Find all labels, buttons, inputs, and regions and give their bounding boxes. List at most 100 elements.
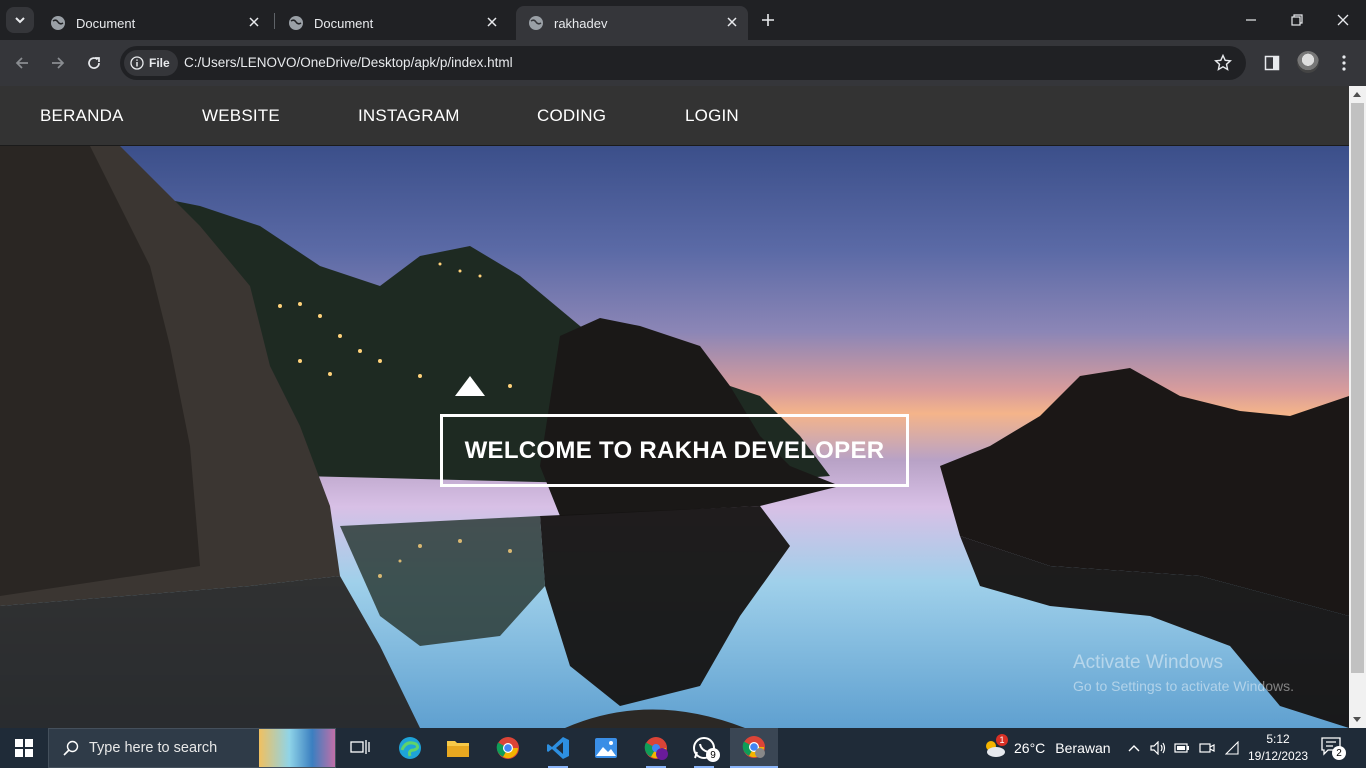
activate-title: Activate Windows [1073, 652, 1223, 673]
tab-document-1[interactable]: Document [38, 6, 270, 40]
welcome-banner: WELCOME TO RAKHA DEVELOPER [440, 414, 909, 487]
chevron-up-icon [1128, 745, 1140, 752]
notification-center-button[interactable]: 2 [1320, 736, 1346, 762]
start-button[interactable] [0, 728, 48, 768]
hero-banner: WELCOME TO RAKHA DEVELOPER Activate Wind… [0, 146, 1349, 728]
clock-time: 5:12 [1266, 732, 1290, 746]
nav-instagram[interactable]: INSTAGRAM [358, 106, 460, 126]
volume-button[interactable] [1146, 728, 1170, 768]
arrow-right-icon [52, 57, 65, 69]
scroll-up-arrow[interactable] [1353, 92, 1361, 97]
taskbar-search[interactable]: Type here to search [48, 728, 336, 768]
tab-title: Document [76, 15, 136, 31]
search-icon [63, 740, 79, 756]
new-tab-button[interactable] [758, 10, 778, 30]
battery-button[interactable] [1170, 728, 1194, 768]
address-bar[interactable]: File C:/Users/LENOVO/OneDrive/Desktop/ap… [120, 46, 1246, 80]
meet-now-button[interactable] [1195, 728, 1219, 768]
taskbar-vscode[interactable] [534, 728, 582, 768]
back-button[interactable] [10, 51, 34, 75]
browser-toolbar: File C:/Users/LENOVO/OneDrive/Desktop/ap… [0, 40, 1366, 86]
tab-title: rakhadev [554, 15, 608, 31]
restore-icon [1291, 14, 1303, 26]
camera-icon [1199, 743, 1215, 753]
task-view-button[interactable] [336, 728, 384, 768]
chevron-down-icon [15, 17, 25, 24]
restore-button[interactable] [1274, 0, 1320, 40]
hero-title: WELCOME TO RAKHA DEVELOPER [464, 436, 885, 464]
taskbar-photos[interactable] [582, 728, 630, 768]
weather-badge: 1 [996, 734, 1008, 746]
globe-icon [529, 16, 543, 30]
network-button[interactable] [1220, 728, 1244, 768]
tab-separator [274, 13, 275, 29]
chrome-icon [742, 736, 765, 758]
menu-button[interactable] [1332, 51, 1356, 75]
chrome-icon [496, 737, 519, 759]
taskbar-chrome-profile[interactable] [632, 728, 680, 768]
activate-windows-watermark: Activate Windows Go to Settings to activ… [1073, 652, 1294, 694]
reload-icon [88, 57, 100, 69]
tab-title: Document [314, 15, 374, 31]
close-tab-icon[interactable] [246, 14, 262, 30]
close-tab-icon[interactable] [484, 14, 500, 30]
tray-overflow-button[interactable] [1122, 728, 1146, 768]
taskbar-file-explorer[interactable] [434, 728, 482, 768]
whatsapp-unread-badge: 9 [706, 748, 720, 762]
page-viewport: BERANDA WEBSITE INSTAGRAM CODING LOGIN W… [0, 86, 1349, 728]
battery-icon [1174, 743, 1189, 753]
scrollbar-thumb[interactable] [1351, 103, 1364, 673]
minimize-icon [1246, 19, 1256, 21]
site-chip-label: File [149, 56, 170, 70]
profile-avatar[interactable] [1297, 51, 1319, 73]
windows-logo-icon [15, 739, 33, 757]
nav-coding[interactable]: CODING [537, 106, 606, 126]
site-info-chip[interactable]: File [124, 50, 178, 76]
edge-icon [399, 737, 421, 759]
minimize-button[interactable] [1228, 0, 1274, 40]
cloud-sun-icon: 1 [982, 734, 1008, 759]
search-highlight-image [259, 729, 335, 767]
info-icon [130, 56, 144, 70]
notification-count-badge: 2 [1332, 746, 1346, 760]
vscode-icon [547, 737, 569, 759]
close-tab-icon[interactable] [724, 14, 740, 30]
taskbar-whatsapp[interactable]: 9 [680, 728, 728, 768]
weather-widget[interactable]: 1 26°C Berawan [982, 728, 1111, 768]
close-window-button[interactable] [1320, 0, 1366, 40]
photos-icon [595, 738, 617, 758]
windows-taskbar: Type here to search 9 1 26°C Berawan 5:1… [0, 728, 1366, 768]
side-panel-icon [1264, 55, 1280, 71]
taskbar-clock[interactable]: 5:12 19/12/2023 [1248, 731, 1308, 765]
forward-button[interactable] [46, 51, 70, 75]
reload-button[interactable] [82, 51, 106, 75]
page-scrollbar[interactable] [1349, 86, 1366, 728]
tab-rakhadev[interactable]: rakhadev [516, 6, 748, 40]
speaker-icon [1150, 741, 1166, 755]
plus-icon [762, 14, 774, 26]
globe-icon [51, 16, 65, 30]
nav-beranda[interactable]: BERANDA [40, 106, 124, 126]
folder-icon [447, 741, 469, 757]
side-panel-button[interactable] [1260, 51, 1284, 75]
site-navbar: BERANDA WEBSITE INSTAGRAM CODING LOGIN [0, 86, 1349, 146]
bookmark-star-icon[interactable] [1214, 54, 1232, 72]
close-icon [1337, 14, 1349, 26]
weather-temp: 26°C [1014, 740, 1046, 756]
taskbar-chrome[interactable] [484, 728, 532, 768]
wifi-icon [1225, 741, 1239, 755]
taskbar-chrome-active[interactable] [730, 728, 778, 768]
tab-document-2[interactable]: Document [276, 6, 508, 40]
tab-strip: Document Document rakhadev [0, 0, 1366, 40]
nav-login[interactable]: LOGIN [685, 106, 739, 126]
clock-date: 19/12/2023 [1248, 749, 1309, 763]
tab-search-button[interactable] [6, 7, 34, 33]
task-view-icon [350, 740, 370, 754]
nav-website[interactable]: WEBSITE [202, 106, 280, 126]
chrome-profile-icon [644, 737, 668, 760]
taskbar-edge[interactable] [386, 728, 434, 768]
arrow-left-icon [15, 57, 28, 69]
scroll-down-arrow[interactable] [1353, 717, 1361, 722]
activate-subtitle: Go to Settings to activate Windows. [1073, 678, 1294, 694]
url-text[interactable]: C:/Users/LENOVO/OneDrive/Desktop/apk/p/i… [184, 55, 513, 70]
